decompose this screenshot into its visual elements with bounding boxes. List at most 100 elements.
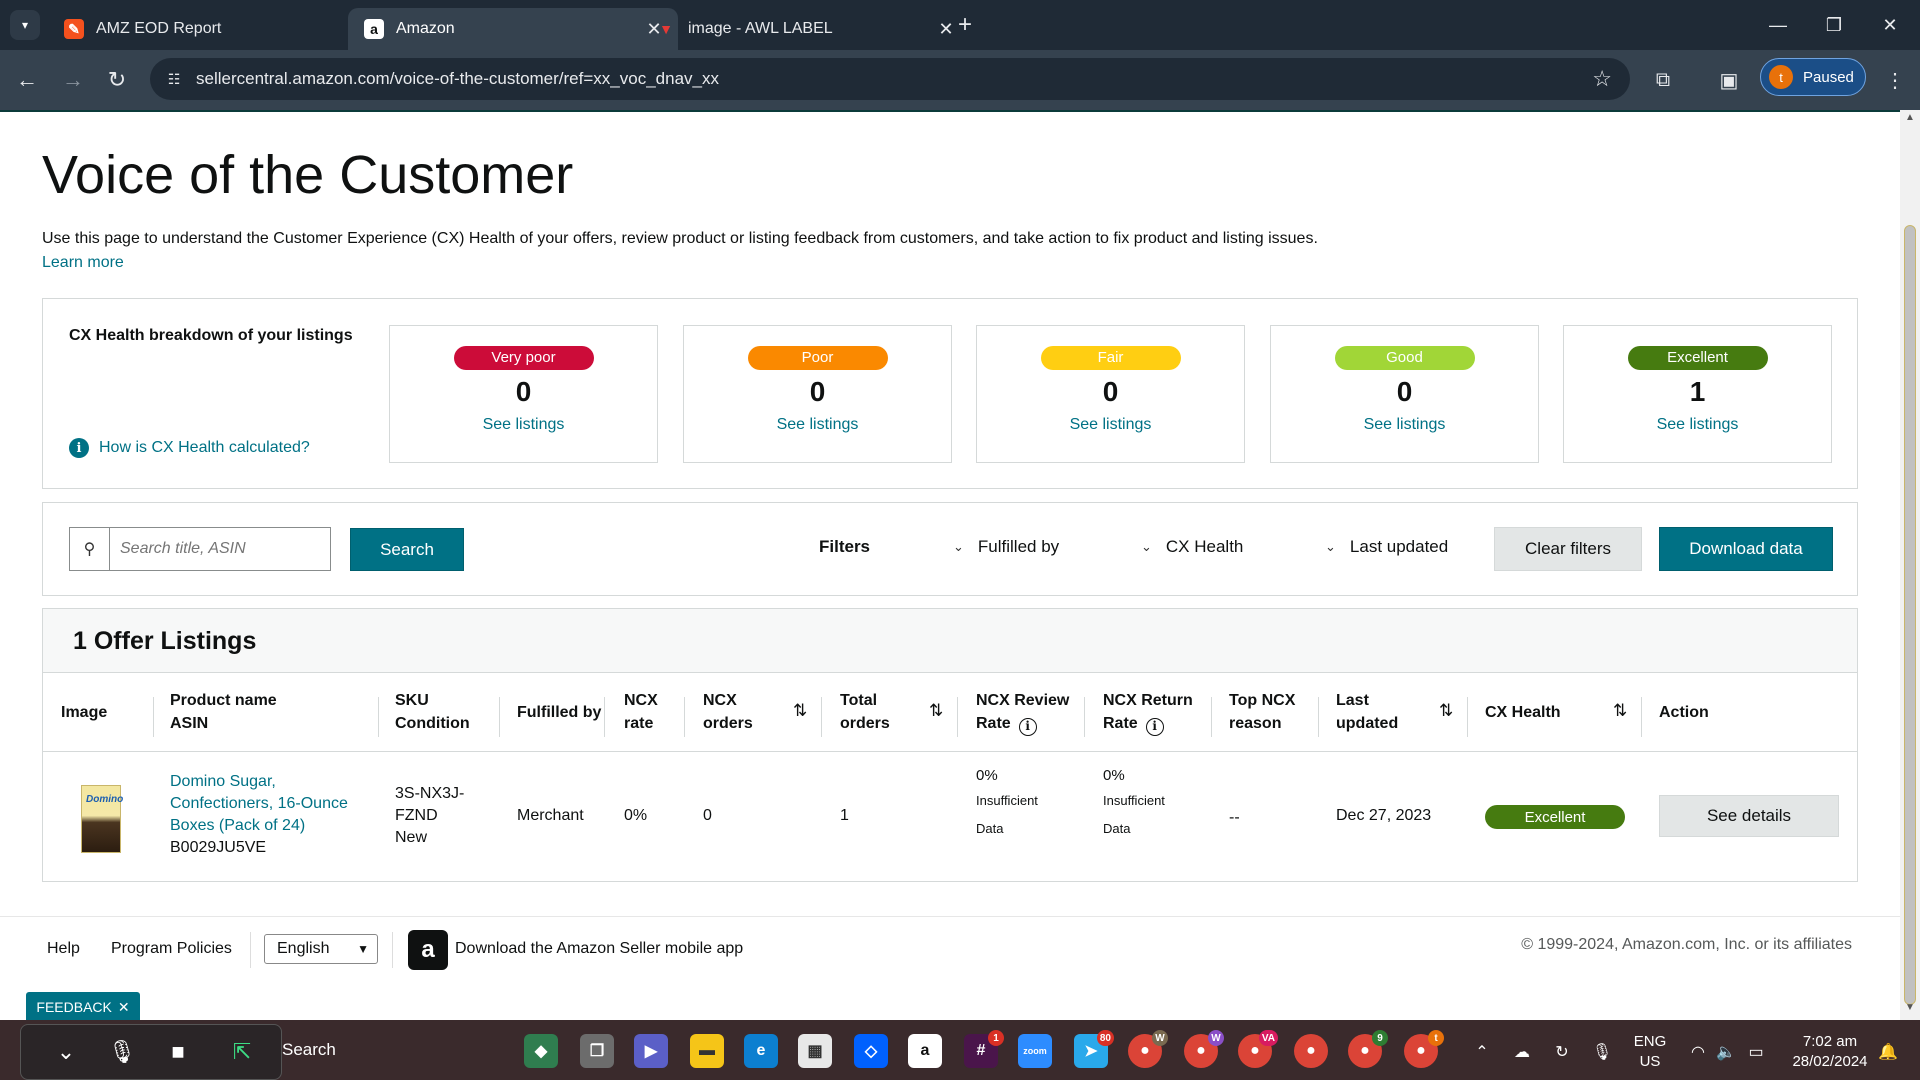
- battery-icon[interactable]: ▭: [1742, 1036, 1770, 1068]
- notification-badge: 80: [1096, 1030, 1114, 1046]
- wifi-icon[interactable]: ◠: [1684, 1036, 1712, 1068]
- extensions-icon[interactable]: ⧉: [1648, 65, 1678, 95]
- minimize-icon[interactable]: —: [1758, 10, 1798, 40]
- store-icon[interactable]: ▦: [798, 1034, 832, 1068]
- filters-label: Filters: [819, 537, 871, 556]
- last-updated-dropdown[interactable]: ⌄ Last updated: [1325, 537, 1448, 557]
- scroll-down-icon[interactable]: ▼: [1900, 1002, 1920, 1018]
- notification-badge: W: [1152, 1030, 1168, 1046]
- tab-title: Amazon: [396, 20, 455, 37]
- download-data-button[interactable]: Download data: [1659, 527, 1833, 571]
- edge-icon[interactable]: e: [744, 1034, 778, 1068]
- chrome-profile-icon[interactable]: ● W: [1128, 1030, 1168, 1068]
- col-product-name[interactable]: Product name ASIN: [170, 689, 277, 735]
- col-cx-health[interactable]: CX Health: [1485, 701, 1561, 724]
- fulfilled-by-dropdown[interactable]: ⌄ Fulfilled by: [953, 537, 1059, 557]
- window-close-icon[interactable]: ✕: [1870, 10, 1910, 40]
- address-bar[interactable]: ☷ sellercentral.amazon.com/voice-of-the-…: [150, 58, 1630, 100]
- cloud-icon[interactable]: ☁: [1508, 1036, 1536, 1068]
- copilot-icon[interactable]: ◆: [524, 1034, 558, 1068]
- search-input[interactable]: [110, 528, 330, 570]
- info-icon[interactable]: i: [1018, 718, 1037, 736]
- seller-app-icon[interactable]: a: [408, 930, 448, 970]
- cx-health-help-link[interactable]: i How is CX Health calculated?: [69, 438, 310, 458]
- chevron-up-icon[interactable]: ⌃: [1468, 1036, 1496, 1068]
- share-screen-icon[interactable]: ⇱: [226, 1036, 258, 1068]
- col-last-updated[interactable]: Last updated: [1336, 689, 1398, 735]
- chrome-profile-icon[interactable]: ●: [1294, 1034, 1328, 1068]
- see-listings-link[interactable]: See listings: [1271, 416, 1538, 434]
- product-title-link[interactable]: Domino Sugar, Confectioners, 16-Ounce Bo…: [170, 771, 348, 837]
- sort-icon[interactable]: ⇅: [1613, 701, 1627, 721]
- col-ncx-orders[interactable]: NCX orders: [703, 689, 753, 735]
- file-explorer-icon[interactable]: ▬: [690, 1034, 724, 1068]
- site-info-icon[interactable]: ☷: [164, 69, 184, 89]
- slack-icon[interactable]: #1: [964, 1030, 1004, 1068]
- tab-amz-eod-report[interactable]: ✎ AMZ EOD Report ✕: [48, 8, 378, 50]
- program-policies-link[interactable]: Program Policies: [111, 940, 232, 958]
- learn-more-link[interactable]: Learn more: [42, 254, 124, 272]
- page-scrollbar[interactable]: ▲ ▼: [1900, 110, 1920, 1020]
- profile-button[interactable]: t Paused: [1760, 58, 1866, 96]
- camera-icon[interactable]: ■: [162, 1036, 194, 1068]
- sort-icon[interactable]: ⇅: [793, 701, 807, 721]
- chevron-down-icon[interactable]: ⌄: [50, 1036, 82, 1068]
- info-icon[interactable]: i: [1145, 718, 1164, 736]
- column-divider: [957, 697, 958, 737]
- col-sku[interactable]: SKU Condition: [395, 689, 470, 735]
- input-language[interactable]: ENG US: [1630, 1032, 1670, 1072]
- chrome-profile-icon[interactable]: ● W: [1184, 1030, 1224, 1068]
- tab-search-button[interactable]: ▾: [10, 10, 40, 40]
- microphone-icon[interactable]: 🎙: [1588, 1036, 1616, 1068]
- back-icon[interactable]: ←: [12, 65, 42, 95]
- task-view-icon[interactable]: ❐: [580, 1034, 614, 1068]
- see-listings-link[interactable]: See listings: [390, 416, 657, 434]
- see-listings-link[interactable]: See listings: [1564, 416, 1831, 434]
- bookmark-star-icon[interactable]: ☆: [1592, 66, 1612, 92]
- clear-filters-button[interactable]: Clear filters: [1494, 527, 1642, 571]
- header-label: NCX: [624, 692, 658, 709]
- notification-badge: t: [1428, 1030, 1444, 1046]
- clock[interactable]: 7:02 am 28/02/2024: [1780, 1032, 1880, 1072]
- cx-health-dropdown[interactable]: ⌄ CX Health: [1141, 537, 1243, 557]
- scrollbar-thumb[interactable]: [1904, 225, 1916, 1005]
- teams-icon[interactable]: ▶: [634, 1034, 668, 1068]
- see-listings-link[interactable]: See listings: [977, 416, 1244, 434]
- chrome-profile-icon[interactable]: ● VA: [1238, 1030, 1278, 1068]
- column-divider: [378, 697, 379, 737]
- language-value: English: [277, 940, 330, 957]
- sort-icon[interactable]: ⇅: [929, 701, 943, 721]
- telegram-icon[interactable]: ➤ 80: [1074, 1030, 1114, 1068]
- sort-icon[interactable]: ⇅: [1439, 701, 1453, 721]
- mic-muted-icon[interactable]: 🎙: [106, 1036, 138, 1068]
- dropbox-icon[interactable]: ◇: [854, 1034, 888, 1068]
- amazon-seller-icon[interactable]: a: [908, 1034, 942, 1068]
- tab-amazon[interactable]: a Amazon ✕: [348, 8, 678, 50]
- side-panel-icon[interactable]: ▣: [1714, 65, 1744, 95]
- help-link[interactable]: Help: [47, 940, 80, 958]
- volume-icon[interactable]: 🔈: [1712, 1036, 1740, 1068]
- taskbar-search[interactable]: Search: [282, 1040, 336, 1060]
- scroll-up-icon[interactable]: ▲: [1900, 112, 1920, 128]
- tab-image-awl-label[interactable]: ▼ image - AWL LABEL ✕: [640, 8, 970, 50]
- close-icon[interactable]: ✕: [118, 999, 130, 1016]
- search-button[interactable]: Search: [350, 528, 464, 571]
- forward-icon[interactable]: →: [58, 65, 88, 95]
- notification-bell-icon[interactable]: 🔔: [1874, 1036, 1902, 1068]
- chrome-profile-icon[interactable]: ● t: [1404, 1030, 1444, 1068]
- zoom-icon[interactable]: zoom: [1018, 1034, 1052, 1068]
- see-details-button[interactable]: See details: [1659, 795, 1839, 837]
- product-image[interactable]: Domino: [81, 785, 123, 853]
- dropdown-label: Fulfilled by: [977, 537, 1060, 556]
- seller-app-link[interactable]: Download the Amazon Seller mobile app: [455, 940, 743, 958]
- feedback-button[interactable]: FEEDBACK ✕: [26, 992, 140, 1022]
- col-total-orders[interactable]: Total orders: [840, 689, 890, 735]
- menu-kebab-icon[interactable]: ⋮: [1880, 65, 1910, 95]
- see-listings-link[interactable]: See listings: [684, 416, 951, 434]
- restore-icon[interactable]: ❐: [1814, 10, 1854, 40]
- language-select[interactable]: English ▼: [264, 934, 378, 964]
- new-tab-button[interactable]: +: [950, 10, 980, 40]
- chrome-profile-icon[interactable]: ● 9: [1348, 1030, 1388, 1068]
- reload-icon[interactable]: ↻: [102, 65, 132, 95]
- sync-icon[interactable]: ↻: [1548, 1036, 1576, 1068]
